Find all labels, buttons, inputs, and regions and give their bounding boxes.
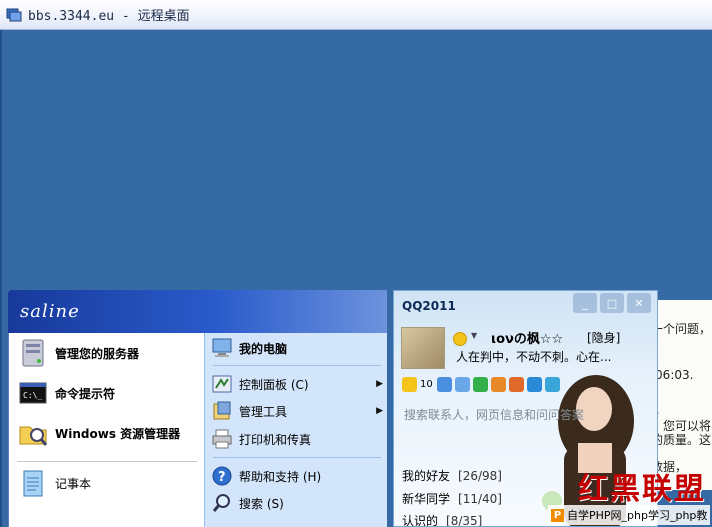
qq-level-count: 10 [420, 379, 433, 390]
contact-group-name: 我的好友 [402, 469, 451, 483]
printer-icon [212, 429, 232, 449]
background-text-line: 一个问题， [651, 322, 712, 336]
contact-group-count: [8/35] [446, 514, 483, 527]
user-name: saline [20, 301, 80, 322]
watermark-php: P 自学PHP网_php学习_php教 [548, 505, 711, 525]
qq-avatar[interactable] [401, 327, 445, 369]
qq-signature[interactable]: 人在判中，不动不刺。心在... [456, 348, 611, 365]
apps-icon[interactable] [544, 377, 560, 392]
start-menu-header: saline [8, 290, 387, 333]
contact-group-count: [11/40] [458, 492, 502, 506]
level-star-icon[interactable] [402, 377, 417, 392]
svg-text:?: ? [218, 470, 226, 485]
start-item-windows-explorer[interactable]: Windows 资源管理器 [17, 417, 180, 449]
admin-tools-icon [213, 401, 231, 420]
start-item-label: 打印机和传真 [239, 432, 312, 447]
php-logo-icon: P [551, 508, 564, 522]
start-item-printers[interactable]: 打印机和传真 [211, 428, 383, 450]
notepad-icon [23, 470, 43, 497]
watermark-red-text: 红黑联盟 [578, 472, 706, 507]
svg-text:C:\_: C:\_ [23, 391, 42, 400]
start-menu-divider [17, 461, 197, 462]
pet-icon[interactable] [472, 377, 488, 392]
qq-maximize-button[interactable]: □ [600, 293, 624, 313]
start-item-label: 命令提示符 [55, 386, 116, 401]
command-prompt-icon: C:\_ [19, 382, 47, 404]
server-icon [22, 339, 44, 367]
submenu-arrow-icon: ▶ [376, 406, 383, 416]
start-item-manage-server[interactable]: 管理您的服务器 [17, 337, 139, 369]
start-item-label: 管理工具 [239, 404, 288, 419]
start-item-admin-tools[interactable]: 管理工具 ▶ [211, 400, 383, 422]
start-item-label: 记事本 [55, 476, 92, 491]
qq-window-title: QQ2011 [402, 299, 456, 313]
start-item-label: 搜索 (S) [239, 496, 284, 511]
start-item-label: Windows 资源管理器 [55, 426, 181, 441]
start-menu-divider [213, 365, 381, 366]
qq-search-input[interactable]: 搜索联系人，网页信息和问问答案 [404, 406, 584, 423]
help-icon: ? [212, 466, 232, 486]
start-item-label: 控制面板 (C) [239, 377, 309, 392]
shopping-icon[interactable] [490, 377, 506, 392]
soso-icon[interactable] [526, 377, 542, 392]
start-item-label: 帮助和支持 (H) [239, 469, 322, 484]
online-status-icon[interactable] [453, 332, 467, 346]
my-computer-icon [212, 338, 232, 357]
contact-group-name: 认识的 [402, 514, 439, 527]
qq-nickname: ιονの枫☆☆ [491, 332, 564, 347]
watermark-php-text: 自学PHP网_php学习_php教 [567, 509, 708, 522]
window-title: bbs.3344.eu - 远程桌面 [28, 9, 190, 24]
start-menu-places-list: 我的电脑 控制面板 (C) ▶ 管理工具 ▶ 打印机和传真 ? 帮助和支持 (H… [204, 333, 387, 527]
contact-group[interactable]: 新华同学 [11/40] [402, 490, 502, 507]
start-item-help[interactable]: ? 帮助和支持 (H) [211, 465, 383, 487]
start-menu-divider [213, 457, 381, 458]
start-item-my-computer[interactable]: 我的电脑 [211, 337, 383, 359]
qq-space-icon[interactable] [436, 377, 452, 392]
status-dropdown-icon[interactable]: ▼ [471, 331, 477, 340]
qq-status-label[interactable]: [隐身] [587, 329, 620, 346]
start-item-notepad[interactable]: 记事本 [17, 467, 91, 499]
wallet-icon[interactable] [508, 377, 524, 392]
contact-group-count: [26/98] [458, 469, 502, 483]
mail-icon[interactable] [454, 377, 470, 392]
remote-desktop-title-bar[interactable]: bbs.3344.eu - 远程桌面 [0, 0, 712, 30]
qq-toolbar: 10 [402, 377, 563, 392]
explorer-icon [19, 426, 48, 446]
qq-minimize-button[interactable]: _ [573, 293, 597, 313]
start-menu: saline 管理您的服务器 C:\_ 命令提示符 Windows 资源管理器 … [8, 290, 387, 527]
start-menu-pinned-list: 管理您的服务器 C:\_ 命令提示符 Windows 资源管理器 记事本 [8, 333, 204, 527]
contact-group[interactable]: 认识的 [8/35] [402, 512, 483, 527]
qq-window-controls: _ □ ✕ [570, 293, 651, 313]
search-icon [212, 494, 230, 512]
submenu-arrow-icon: ▶ [376, 379, 383, 389]
control-panel-icon [212, 375, 232, 393]
start-item-control-panel[interactable]: 控制面板 (C) ▶ [211, 373, 383, 395]
contact-group[interactable]: 我的好友 [26/98] [402, 467, 502, 484]
start-item-label: 管理您的服务器 [55, 346, 140, 361]
start-item-search[interactable]: 搜索 (S) [211, 492, 383, 514]
qq-close-button[interactable]: ✕ [627, 293, 651, 313]
start-item-command-prompt[interactable]: C:\_ 命令提示符 [17, 377, 115, 409]
start-item-label: 我的电脑 [239, 341, 288, 356]
background-text-line: 的质量。这 [651, 433, 712, 447]
contact-group-name: 新华同学 [402, 492, 451, 506]
remote-desktop-icon [6, 8, 22, 21]
